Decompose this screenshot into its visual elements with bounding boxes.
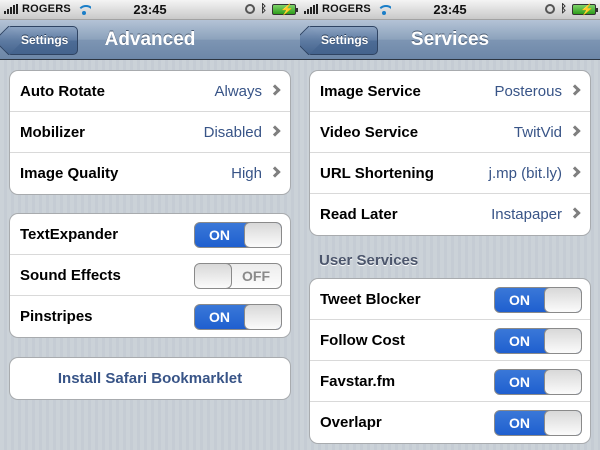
toggle-state: OFF (242, 268, 270, 284)
user-services-header: User Services (319, 252, 419, 269)
chevron-right-icon (569, 207, 581, 219)
tweet-blocker-toggle[interactable]: ON (494, 287, 582, 313)
overlapr-row: Overlapr ON (310, 402, 590, 443)
advanced-screen: ROGERS 23:45 ᛒ ⚡ Settings Advanced Auto … (0, 0, 300, 450)
services-screen: ROGERS 23:45 ᛒ ⚡ Settings Services Image… (300, 0, 600, 450)
row-value: j.mp (bit.ly) (488, 164, 562, 182)
chevron-right-icon (569, 125, 581, 137)
row-value: Disabled (203, 123, 262, 141)
image-service-row[interactable]: Image Service Posterous (310, 71, 590, 112)
row-label: Read Later (320, 206, 398, 223)
nav-bar: Settings Services (300, 20, 600, 60)
image-quality-row[interactable]: Image Quality High (10, 153, 290, 194)
row-value: High (231, 165, 262, 182)
row-label: Overlapr (320, 414, 382, 431)
toggle-state: ON (509, 333, 530, 349)
row-label: Video Service (320, 123, 419, 141)
rotation-lock-icon (545, 4, 556, 14)
chevron-right-icon (269, 84, 281, 96)
row-value: Always (214, 82, 262, 100)
row-label: Image Service (320, 82, 421, 100)
row-label: Pinstripes (20, 308, 93, 325)
button-label: Install Safari Bookmarklet (57, 370, 243, 387)
row-value: Posterous (494, 82, 562, 100)
page-title: Services (410, 29, 490, 50)
bookmarklet-group: Install Safari Bookmarklet (9, 357, 291, 400)
toggle-settings-group: TextExpander ON Sound Effects OFF Pinstr… (9, 213, 291, 338)
bluetooth-icon: ᛒ (560, 3, 567, 15)
follow-cost-toggle[interactable]: ON (494, 328, 582, 354)
display-settings-group: Auto Rotate Always Mobilizer Disabled Im… (9, 70, 291, 195)
chevron-right-icon (569, 166, 581, 178)
follow-cost-row: Follow Cost ON (310, 320, 590, 361)
toggle-state: ON (209, 309, 230, 325)
row-label: Image Quality (20, 165, 119, 182)
chevron-right-icon (569, 84, 581, 96)
sound-effects-row: Sound Effects OFF (10, 255, 290, 296)
row-value: Instapaper (491, 206, 562, 223)
user-services-group: Tweet Blocker ON Follow Cost ON Favstar.… (309, 278, 591, 444)
status-bar: ROGERS 23:45 ᛒ ⚡ (300, 0, 600, 20)
row-label: TextExpander (20, 225, 119, 243)
favstar-row: Favstar.fm ON (310, 361, 590, 402)
video-service-row[interactable]: Video Service TwitVid (310, 112, 590, 153)
chevron-right-icon (269, 166, 281, 178)
url-shortening-row[interactable]: URL Shortening j.mp (bit.ly) (310, 153, 590, 194)
toggle-state: ON (509, 292, 530, 308)
nav-bar: Settings Advanced (0, 20, 300, 60)
toggle-state: ON (209, 227, 230, 243)
auto-rotate-row[interactable]: Auto Rotate Always (10, 71, 290, 112)
textexpander-row: TextExpander ON (10, 214, 290, 255)
bluetooth-icon: ᛒ (260, 3, 267, 15)
row-value: TwitVid (513, 123, 562, 141)
row-label: Favstar.fm (320, 372, 396, 390)
row-label: URL Shortening (320, 164, 434, 182)
row-label: Mobilizer (20, 123, 86, 141)
toggle-state: ON (509, 374, 530, 390)
services-group: Image Service Posterous Video Service Tw… (309, 70, 591, 236)
sound-effects-toggle[interactable]: OFF (194, 263, 282, 289)
install-bookmarklet-button[interactable]: Install Safari Bookmarklet (10, 358, 290, 399)
mobilizer-row[interactable]: Mobilizer Disabled (10, 112, 290, 153)
row-label: Tweet Blocker (320, 290, 421, 308)
tweet-blocker-row: Tweet Blocker ON (310, 279, 590, 320)
favstar-toggle[interactable]: ON (494, 369, 582, 395)
overlapr-toggle[interactable]: ON (494, 410, 582, 436)
textexpander-toggle[interactable]: ON (194, 222, 282, 248)
row-label: Auto Rotate (20, 82, 105, 100)
rotation-lock-icon (245, 4, 256, 14)
chevron-right-icon (269, 125, 281, 137)
status-bar: ROGERS 23:45 ᛒ ⚡ (0, 0, 300, 20)
battery-icon: ⚡ (272, 3, 298, 16)
row-label: Follow Cost (320, 331, 405, 349)
pinstripes-toggle[interactable]: ON (194, 304, 282, 330)
toggle-state: ON (509, 415, 530, 431)
battery-icon: ⚡ (572, 3, 598, 16)
row-label: Sound Effects (20, 266, 121, 284)
page-title: Advanced (104, 29, 196, 50)
pinstripes-row: Pinstripes ON (10, 296, 290, 337)
read-later-row[interactable]: Read Later Instapaper (310, 194, 590, 235)
